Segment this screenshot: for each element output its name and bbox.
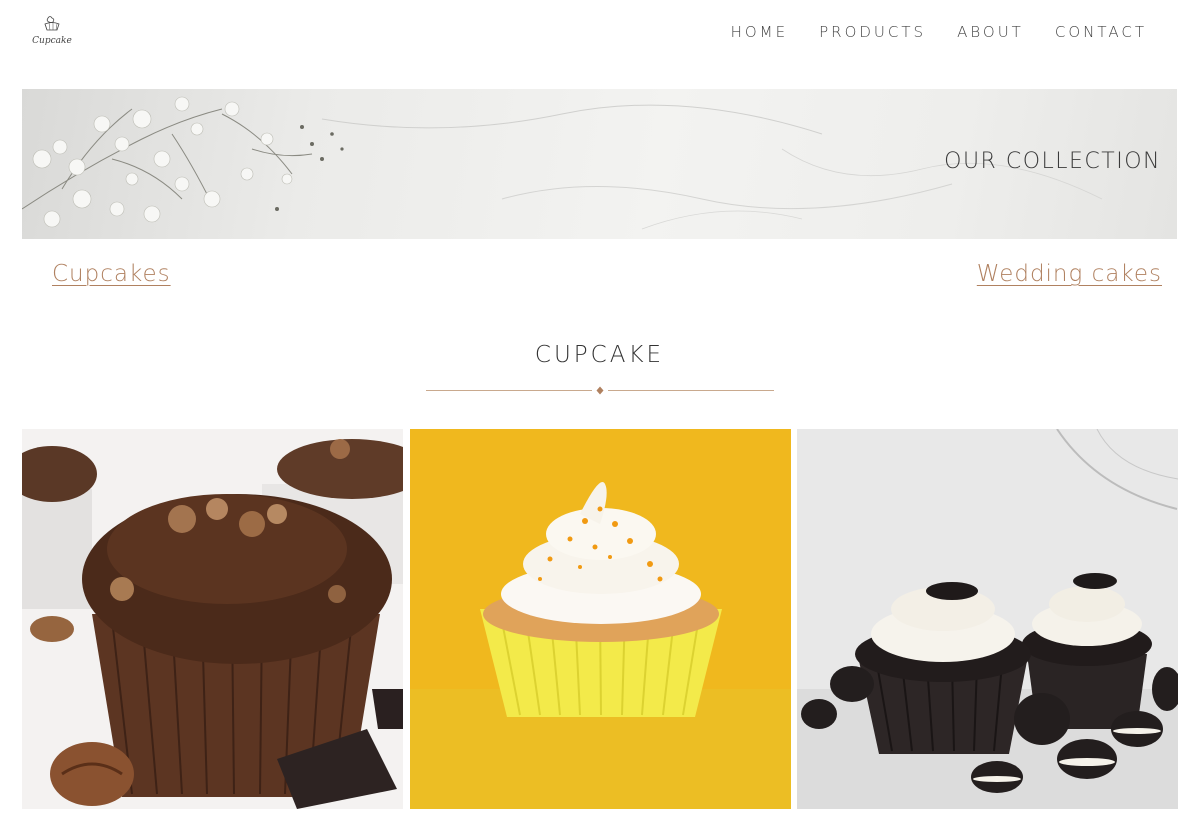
main-nav: HOME PRODUCTS ABOUT CONTACT [731,22,1147,42]
cupcake-logo[interactable]: Cupcake [24,14,80,52]
product-grid [22,429,1178,809]
nav-contact[interactable]: CONTACT [1055,22,1147,42]
collection-banner: OUR COLLECTION [22,89,1177,239]
wedding-cakes-link[interactable]: Wedding cakes [977,261,1162,287]
chocolate-muffin-image [22,429,403,809]
cupcakes-link[interactable]: Cupcakes [52,261,171,287]
product-card-chocolate-muffin[interactable] [22,429,403,809]
product-card-yellow-cupcake[interactable] [410,429,791,809]
nav-about[interactable]: ABOUT [957,22,1024,42]
nav-home[interactable]: HOME [731,22,789,42]
yellow-cupcake-image [410,429,791,809]
nav-products[interactable]: PRODUCTS [819,22,926,42]
section-divider [426,381,774,395]
site-header: Cupcake HOME PRODUCTS ABOUT CONTACT [0,0,1199,89]
section-title: CUPCAKE [534,342,665,368]
oreo-cupcakes-image [797,429,1178,809]
banner-title: OUR COLLECTION [944,149,1161,174]
product-card-oreo-cupcakes[interactable] [797,429,1178,809]
diamond-icon [596,386,604,395]
svg-text:Cupcake: Cupcake [32,36,72,46]
